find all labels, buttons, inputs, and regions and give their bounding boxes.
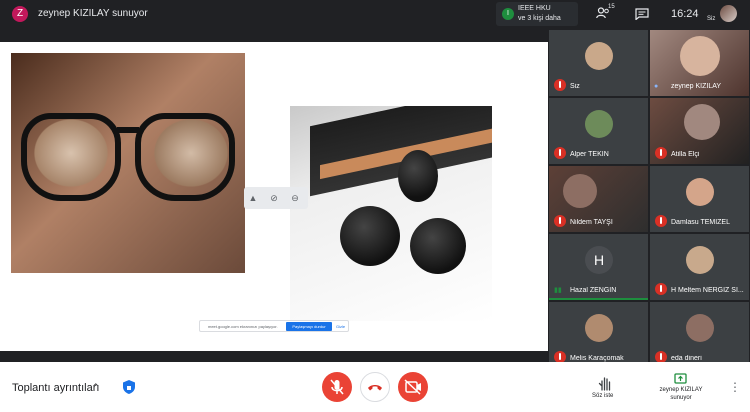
raise-hand-button[interactable]: Söz iste <box>591 374 619 406</box>
participant-tile[interactable]: Siz <box>549 30 648 96</box>
muted-icon <box>655 283 667 295</box>
presenter-status-text: zeynep KIZILAY sunuyor <box>38 8 148 19</box>
participant-name: Nildem TAYŞI <box>570 219 613 226</box>
mic-off-icon <box>330 379 344 395</box>
screen-share-notice: meet.google.com ekranınızı paylaşıyor. P… <box>199 320 349 332</box>
self-label: Siz <box>707 16 716 22</box>
security-button[interactable] <box>121 379 137 395</box>
participant-tile[interactable]: Damlasu TEMIZEL <box>650 166 749 232</box>
hide-notice-button[interactable]: Gizle <box>336 324 345 329</box>
participant-name: Atilla Elçi <box>671 151 700 158</box>
participant-tile[interactable]: ● zeynep KIZILAY <box>650 30 749 96</box>
meeting-details-button[interactable]: Toplantı ayrıntıları <box>12 382 99 394</box>
stop-sharing-button[interactable]: Paylaşmayı durdur <box>286 322 332 331</box>
chat-icon <box>635 8 649 21</box>
glasses-lens-left <box>21 113 121 201</box>
participant-tile[interactable]: H Meltem NERGIZ SI... <box>650 234 749 300</box>
participant-name: Damlasu TEMIZEL <box>671 219 730 226</box>
camera-toggle-button[interactable] <box>398 372 428 402</box>
avatar <box>686 178 714 206</box>
presenting-label: zeynep KIZILAY sunuyor <box>653 386 709 402</box>
active-speaker-bar <box>549 298 648 300</box>
participant-name: Siz <box>570 83 580 90</box>
more-options-icon[interactable]: ⋮ <box>729 380 741 394</box>
top-bar: Z zeynep KIZILAY sunuyor I IEEE HKU ve 3… <box>0 0 750 28</box>
avatar <box>686 314 714 342</box>
meeting-participants-chip[interactable]: I IEEE HKU ve 3 kişi daha <box>496 2 578 26</box>
participant-name: eda dineri <box>671 355 702 362</box>
avatar <box>563 174 597 208</box>
glasses-bridge <box>117 127 139 133</box>
pin-icon[interactable]: ▲ <box>247 192 259 204</box>
microphone-toggle-button[interactable] <box>322 372 352 402</box>
meeting-others: ve 3 kişi daha <box>518 15 561 22</box>
avatar <box>585 42 613 70</box>
participant-name: Melis Karaçomak <box>570 355 624 362</box>
chat-button[interactable] <box>635 7 649 21</box>
raise-hand-label: Söz iste <box>592 393 614 399</box>
bottom-bar: Toplantı ayrıntıları ⌃ Söz iste zeynep K… <box>0 362 750 412</box>
participant-tile[interactable]: Atilla Elçi <box>650 98 749 164</box>
muted-icon <box>554 215 566 227</box>
speaking-icon: ● <box>654 83 659 90</box>
avatar <box>585 314 613 342</box>
participant-name: zeynep KIZILAY <box>671 83 722 90</box>
participant-tile[interactable]: eda dineri <box>650 302 749 368</box>
earbud-case-left <box>340 206 400 266</box>
earbud-case-right <box>410 218 466 274</box>
participant-name: H Meltem NERGIZ SI... <box>671 287 744 294</box>
participant-tile[interactable]: H ▮▮ Hazal ZENGIN <box>549 234 648 300</box>
remove-icon[interactable]: ⊖ <box>289 192 301 204</box>
stage-controls: ▲ ⊘ ⊖ <box>244 187 308 209</box>
participant-tile[interactable]: Alper TEKIN <box>549 98 648 164</box>
avatar <box>686 246 714 274</box>
meeting-avatar: I <box>502 8 514 20</box>
slide-image-glasses <box>11 53 245 273</box>
participant-name: Hazal ZENGIN <box>570 287 617 294</box>
presenting-label-line1: zeynep KIZILAY <box>659 387 703 393</box>
meeting-name: IEEE HKU <box>518 5 551 12</box>
hand-icon <box>598 377 611 391</box>
muted-icon <box>554 147 566 159</box>
muted-icon <box>655 215 667 227</box>
share-notice-text: meet.google.com ekranınızı paylaşıyor. <box>208 324 278 329</box>
presentation-stage: ▲ ⊘ ⊖ meet.google.com ekranınızı paylaşı… <box>0 42 548 351</box>
slide-image-earbuds <box>290 106 492 321</box>
people-button[interactable]: 15 <box>596 4 618 22</box>
earbud-left <box>398 150 438 202</box>
mute-presenter-icon[interactable]: ⊘ <box>268 192 280 204</box>
camera-off-icon <box>404 379 421 395</box>
muted-icon <box>554 79 566 91</box>
avatar <box>585 110 613 138</box>
participant-tile[interactable]: Melis Karaçomak <box>549 302 648 368</box>
hang-up-icon <box>368 385 382 391</box>
glasses-lens-right <box>135 113 235 201</box>
self-avatar[interactable] <box>720 5 737 22</box>
participant-tile[interactable]: Nildem TAYŞI <box>549 166 648 232</box>
presenter-avatar: Z <box>12 6 28 22</box>
leave-call-button[interactable] <box>360 372 390 402</box>
participant-name: Alper TEKIN <box>570 151 609 158</box>
avatar: H <box>585 246 613 274</box>
avatar <box>680 36 720 76</box>
presenting-status-button[interactable]: zeynep KIZILAY sunuyor <box>649 372 711 406</box>
avatar <box>684 104 720 140</box>
speaking-icon: ▮▮ <box>554 287 562 294</box>
people-count: 15 <box>608 4 615 10</box>
presenting-label-line2: sunuyor <box>670 395 692 401</box>
clock: 16:24 <box>671 8 699 20</box>
muted-icon <box>655 147 667 159</box>
chevron-up-icon[interactable]: ⌃ <box>92 382 100 393</box>
shield-icon <box>123 380 135 394</box>
present-screen-icon <box>674 373 687 384</box>
